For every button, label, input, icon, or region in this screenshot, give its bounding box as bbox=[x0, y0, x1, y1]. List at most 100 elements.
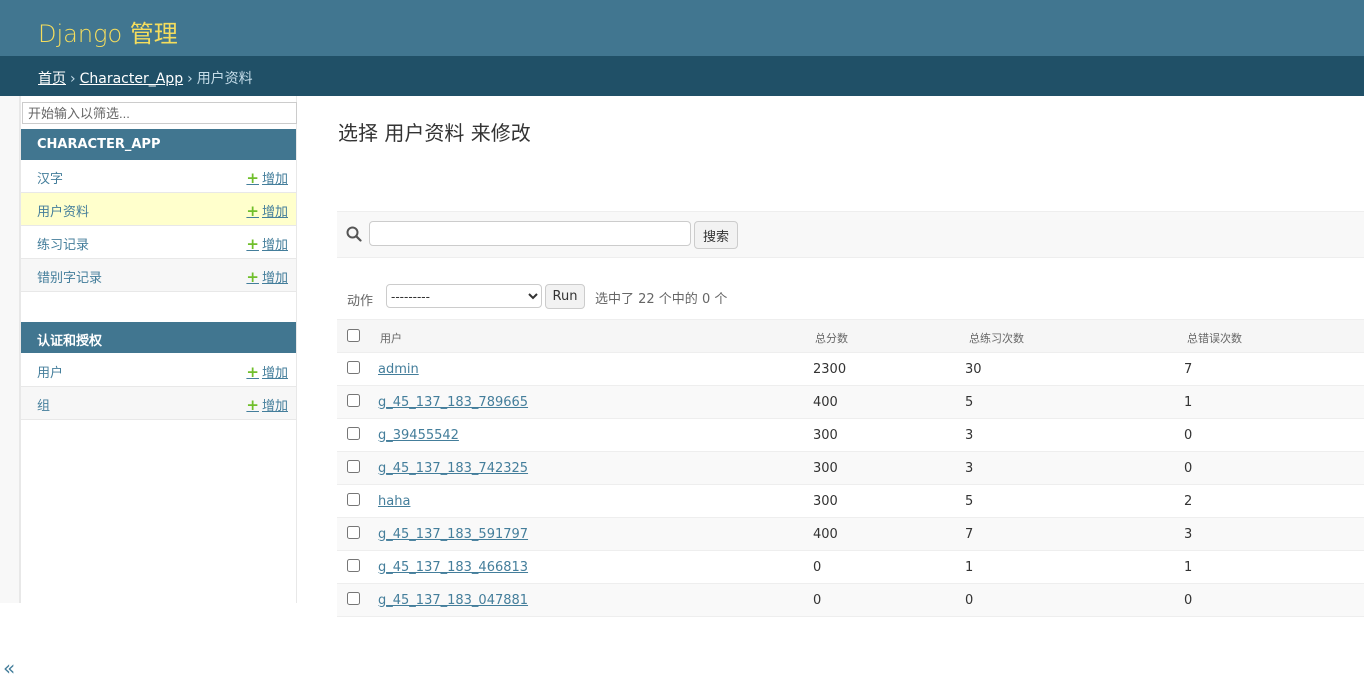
cell-total-errors: 3 bbox=[1184, 527, 1193, 542]
row-checkbox[interactable] bbox=[347, 427, 360, 440]
add-link[interactable]: + 增加 bbox=[246, 201, 288, 220]
table-row: admin 2300 30 7 bbox=[337, 353, 1364, 386]
column-header-total-errors[interactable]: 总错误次数 bbox=[1187, 330, 1242, 346]
row-checkbox[interactable] bbox=[347, 592, 360, 605]
cell-total-practice: 3 bbox=[965, 428, 974, 443]
cell-user: g_45_137_183_591797 bbox=[378, 527, 528, 542]
cell-total-score: 2300 bbox=[813, 362, 847, 377]
cell-total-practice: 7 bbox=[965, 527, 974, 542]
table-row: g_45_137_183_047881 0 0 0 bbox=[337, 584, 1364, 617]
cell-total-practice: 3 bbox=[965, 461, 974, 476]
row-checkbox[interactable] bbox=[347, 394, 360, 407]
add-link[interactable]: + 增加 bbox=[246, 362, 288, 381]
breadcrumb: 首页 › Character_App › 用户资料 bbox=[0, 56, 1364, 96]
action-label: 动作 bbox=[347, 294, 374, 309]
sidebar-item-groups: 组 + 增加 bbox=[21, 387, 296, 420]
site-branding[interactable]: Django 管理 bbox=[38, 14, 178, 49]
add-label: 增加 bbox=[261, 366, 288, 381]
cell-total-errors: 2 bbox=[1184, 494, 1193, 509]
breadcrumb-separator: › bbox=[187, 71, 193, 87]
row-checkbox[interactable] bbox=[347, 361, 360, 374]
run-button[interactable]: Run bbox=[545, 284, 585, 309]
column-header-total-practice[interactable]: 总练习次数 bbox=[969, 330, 1024, 346]
cell-total-practice: 0 bbox=[965, 593, 974, 608]
column-header-total-score[interactable]: 总分数 bbox=[815, 330, 848, 346]
row-checkbox[interactable] bbox=[347, 493, 360, 506]
user-link[interactable]: g_45_137_183_466813 bbox=[378, 560, 528, 575]
collapse-sidebar-icon[interactable]: « bbox=[3, 656, 15, 680]
action-select[interactable]: --------- bbox=[386, 284, 542, 308]
sidebar-item-label[interactable]: 汉字 bbox=[37, 172, 63, 187]
row-checkbox[interactable] bbox=[347, 559, 360, 572]
cell-total-errors: 1 bbox=[1184, 395, 1193, 410]
plus-icon: + bbox=[246, 268, 259, 286]
cell-user: g_45_137_183_789665 bbox=[378, 395, 528, 410]
nav-filter-input[interactable] bbox=[22, 102, 297, 124]
cell-total-practice: 30 bbox=[965, 362, 982, 377]
cell-total-errors: 0 bbox=[1184, 428, 1193, 443]
sidebar-item-users: 用户 + 增加 bbox=[21, 354, 296, 387]
sidebar-item-label[interactable]: 用户资料 bbox=[37, 205, 89, 220]
user-link[interactable]: haha bbox=[378, 494, 410, 509]
user-link[interactable]: g_45_137_183_789665 bbox=[378, 395, 528, 410]
cell-total-errors: 1 bbox=[1184, 560, 1193, 575]
search-input[interactable] bbox=[369, 221, 691, 246]
table-row: g_45_137_183_591797 400 7 3 bbox=[337, 518, 1364, 551]
table-row: g_45_137_183_789665 400 5 1 bbox=[337, 386, 1364, 419]
cell-total-score: 0 bbox=[813, 560, 822, 575]
plus-icon: + bbox=[246, 202, 259, 220]
cell-total-score: 300 bbox=[813, 461, 838, 476]
breadcrumb-separator: › bbox=[70, 71, 76, 87]
add-label: 增加 bbox=[261, 399, 288, 414]
row-checkbox[interactable] bbox=[347, 526, 360, 539]
cell-total-errors: 0 bbox=[1184, 593, 1193, 608]
plus-icon: + bbox=[246, 363, 259, 381]
search-button[interactable]: 搜索 bbox=[694, 221, 738, 249]
cell-user: admin bbox=[378, 362, 419, 377]
table-row: g_45_137_183_742325 300 3 0 bbox=[337, 452, 1364, 485]
add-label: 增加 bbox=[261, 172, 288, 187]
select-all-checkbox[interactable] bbox=[347, 329, 360, 342]
add-label: 增加 bbox=[261, 205, 288, 220]
row-checkbox[interactable] bbox=[347, 460, 360, 473]
sidebar-item-label[interactable]: 练习记录 bbox=[37, 238, 89, 253]
cell-user: g_45_137_183_466813 bbox=[378, 560, 528, 575]
cell-total-score: 400 bbox=[813, 395, 838, 410]
cell-total-score: 0 bbox=[813, 593, 822, 608]
table-row: g_45_137_183_466813 0 1 1 bbox=[337, 551, 1364, 584]
add-link[interactable]: + 增加 bbox=[246, 267, 288, 286]
cell-user: g_45_137_183_742325 bbox=[378, 461, 528, 476]
breadcrumb-app[interactable]: Character_App bbox=[80, 71, 183, 87]
user-link[interactable]: g_39455542 bbox=[378, 428, 459, 443]
plus-icon: + bbox=[246, 235, 259, 253]
cell-user: g_39455542 bbox=[378, 428, 459, 443]
user-link[interactable]: g_45_137_183_591797 bbox=[378, 527, 528, 542]
action-counter: 选中了 22 个中的 0 个 bbox=[595, 292, 728, 307]
plus-icon: + bbox=[246, 169, 259, 187]
user-link[interactable]: admin bbox=[378, 362, 419, 377]
sidebar-item-label[interactable]: 组 bbox=[37, 399, 50, 414]
column-header-user[interactable]: 用户 bbox=[380, 330, 402, 346]
sidebar-item-practice-records: 练习记录 + 增加 bbox=[21, 226, 296, 259]
cell-total-errors: 0 bbox=[1184, 461, 1193, 476]
user-link[interactable]: g_45_137_183_047881 bbox=[378, 593, 528, 608]
add-link[interactable]: + 增加 bbox=[246, 168, 288, 187]
breadcrumb-home[interactable]: 首页 bbox=[38, 71, 66, 87]
table-row: g_39455542 300 3 0 bbox=[337, 419, 1364, 452]
sidebar-item-label[interactable]: 用户 bbox=[37, 366, 63, 381]
page-title: 选择 用户资料 来修改 bbox=[338, 121, 531, 145]
sidebar-item-label[interactable]: 错别字记录 bbox=[37, 271, 102, 286]
module-caption-auth[interactable]: 认证和授权 bbox=[21, 322, 296, 353]
cell-user: haha bbox=[378, 494, 410, 509]
plus-icon: + bbox=[246, 396, 259, 414]
actions-bar: 动作 --------- Run 选中了 22 个中的 0 个 bbox=[337, 280, 1364, 318]
search-toolbar: 搜索 bbox=[337, 211, 1364, 258]
cell-total-score: 300 bbox=[813, 428, 838, 443]
cell-total-score: 400 bbox=[813, 527, 838, 542]
module-caption-character-app[interactable]: CHARACTER_APP bbox=[21, 129, 296, 160]
add-link[interactable]: + 增加 bbox=[246, 234, 288, 253]
sidebar-toggle-strip[interactable]: « bbox=[0, 96, 20, 680]
add-label: 增加 bbox=[261, 238, 288, 253]
add-link[interactable]: + 增加 bbox=[246, 395, 288, 414]
user-link[interactable]: g_45_137_183_742325 bbox=[378, 461, 528, 476]
